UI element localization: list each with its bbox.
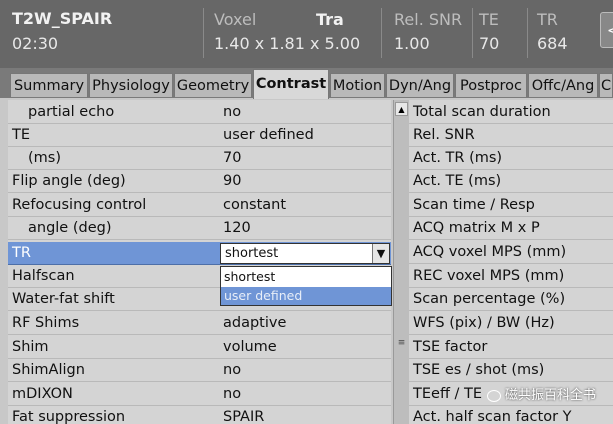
- rel-snr-label: Rel. SNR: [394, 10, 463, 29]
- param-label: Flip angle (deg): [12, 173, 126, 189]
- info-item: Act. TE (ms): [409, 170, 613, 193]
- param-row-te[interactable]: TE user defined: [8, 124, 391, 147]
- param-value[interactable]: volume: [223, 336, 277, 359]
- tab-summary[interactable]: Summary: [10, 73, 88, 97]
- protocol-name: T2W_SPAIR: [12, 9, 113, 28]
- param-label: angle (deg): [28, 220, 112, 236]
- param-value[interactable]: constant: [223, 194, 286, 217]
- param-value[interactable]: 70: [223, 147, 241, 170]
- param-label: TE: [12, 127, 31, 143]
- param-row-te-ms[interactable]: (ms) 70: [8, 147, 391, 170]
- info-item: REC voxel MPS (mm): [409, 265, 613, 288]
- info-item: TSE es / shot (ms): [409, 359, 613, 382]
- tr-label: TR: [537, 10, 558, 29]
- dropdown-selected-value: shortest: [225, 246, 279, 261]
- tab-more[interactable]: C: [599, 73, 613, 97]
- param-label: ShimAlign: [12, 362, 85, 378]
- info-item: ACQ matrix M x P: [409, 217, 613, 240]
- param-value[interactable]: adaptive: [223, 312, 286, 335]
- info-item: WFS (pix) / BW (Hz): [409, 312, 613, 335]
- tab-offc-ang[interactable]: Offc/Ang: [528, 73, 598, 97]
- header-divider: [381, 8, 382, 58]
- watermark: 磁共振百科全书: [487, 384, 596, 403]
- param-row-partial-echo[interactable]: partial echo no: [8, 101, 391, 124]
- info-item: Act. half scan factor Y: [409, 406, 613, 424]
- scan-time: 02:30: [12, 34, 59, 53]
- param-value[interactable]: 90: [223, 170, 241, 193]
- info-item: ACQ voxel MPS (mm): [409, 241, 613, 264]
- dropdown-option-user-defined[interactable]: user defined: [221, 287, 391, 305]
- tab-physiology[interactable]: Physiology: [89, 73, 173, 97]
- scroll-grip-icon[interactable]: ≡: [396, 338, 407, 348]
- param-row-mdixon[interactable]: mDIXON no: [8, 383, 391, 406]
- param-row-refocusing-angle[interactable]: angle (deg) 120: [8, 217, 391, 240]
- param-value[interactable]: no: [223, 359, 241, 382]
- collapse-button[interactable]: <: [600, 12, 613, 48]
- param-label: RF Shims: [12, 315, 80, 331]
- info-item: Scan percentage (%): [409, 288, 613, 311]
- tab-motion[interactable]: Motion: [330, 73, 385, 97]
- scan-info-list: Total scan duration Rel. SNR Act. TR (ms…: [409, 100, 613, 424]
- tr-value: 684: [537, 34, 568, 53]
- info-item: TSE factor: [409, 336, 613, 359]
- rel-snr-value: 1.00: [394, 34, 430, 53]
- param-row-shim[interactable]: Shim volume: [8, 336, 391, 359]
- param-label: partial echo: [28, 104, 115, 120]
- scroll-up-arrow-icon[interactable]: ▲: [395, 102, 408, 116]
- info-item: Total scan duration: [409, 101, 613, 124]
- watermark-text: 磁共振百科全书: [505, 388, 597, 403]
- param-row-refocusing-control[interactable]: Refocusing control constant: [8, 194, 391, 217]
- tab-postproc[interactable]: Postproc: [455, 73, 527, 97]
- param-label: Halfscan: [12, 268, 75, 284]
- parameter-tabs: Summary Physiology Geometry Contrast Mot…: [0, 68, 613, 99]
- chat-bubble-icon: [487, 389, 501, 402]
- param-value[interactable]: no: [223, 101, 241, 124]
- param-label: mDIXON: [12, 386, 73, 402]
- info-item: Act. TR (ms): [409, 147, 613, 170]
- voxel-value: 1.40 x 1.81 x 5.00: [214, 34, 361, 53]
- param-label: Water-fat shift: [12, 291, 115, 307]
- orientation-value: Tra: [316, 10, 344, 29]
- exam-card-header: T2W_SPAIR 02:30 Voxel Tra 1.40 x 1.81 x …: [0, 0, 613, 68]
- te-value: 70: [479, 34, 500, 53]
- tab-geometry[interactable]: Geometry: [174, 73, 252, 97]
- tr-dropdown-list: shortest user defined: [220, 266, 392, 306]
- param-row-shimalign[interactable]: ShimAlign no: [8, 359, 391, 382]
- parameter-scrollbar[interactable]: ▲ ≡: [393, 100, 409, 424]
- info-item: Rel. SNR: [409, 124, 613, 147]
- param-label: (ms): [28, 150, 61, 166]
- parameter-table: partial echo no TE user defined (ms) 70 …: [8, 100, 391, 424]
- header-divider: [472, 8, 473, 58]
- te-label: TE: [479, 10, 499, 29]
- tab-contrast[interactable]: Contrast: [253, 69, 329, 99]
- param-label: TR: [12, 245, 31, 261]
- chevron-down-icon[interactable]: ▼: [372, 244, 389, 263]
- param-row-rf-shims[interactable]: RF Shims adaptive: [8, 312, 391, 335]
- tr-dropdown[interactable]: shortest ▼: [220, 243, 390, 264]
- tab-dyn-ang[interactable]: Dyn/Ang: [386, 73, 454, 97]
- param-label: Shim: [12, 339, 49, 355]
- header-divider: [203, 8, 204, 58]
- param-row-fat-suppression[interactable]: Fat suppression SPAIR: [8, 406, 391, 424]
- info-item: Scan time / Resp: [409, 194, 613, 217]
- param-value[interactable]: SPAIR: [223, 406, 264, 424]
- param-row-flip-angle[interactable]: Flip angle (deg) 90: [8, 170, 391, 193]
- header-divider: [527, 8, 528, 58]
- param-row-tr[interactable]: TR shortest ▼: [8, 242, 391, 265]
- param-label: Refocusing control: [12, 197, 147, 213]
- voxel-label: Voxel: [214, 10, 257, 29]
- param-value[interactable]: no: [223, 383, 241, 406]
- dropdown-option-shortest[interactable]: shortest: [221, 268, 391, 286]
- param-label: Fat suppression: [12, 409, 126, 424]
- param-value[interactable]: user defined: [223, 124, 314, 147]
- param-value[interactable]: 120: [223, 217, 251, 240]
